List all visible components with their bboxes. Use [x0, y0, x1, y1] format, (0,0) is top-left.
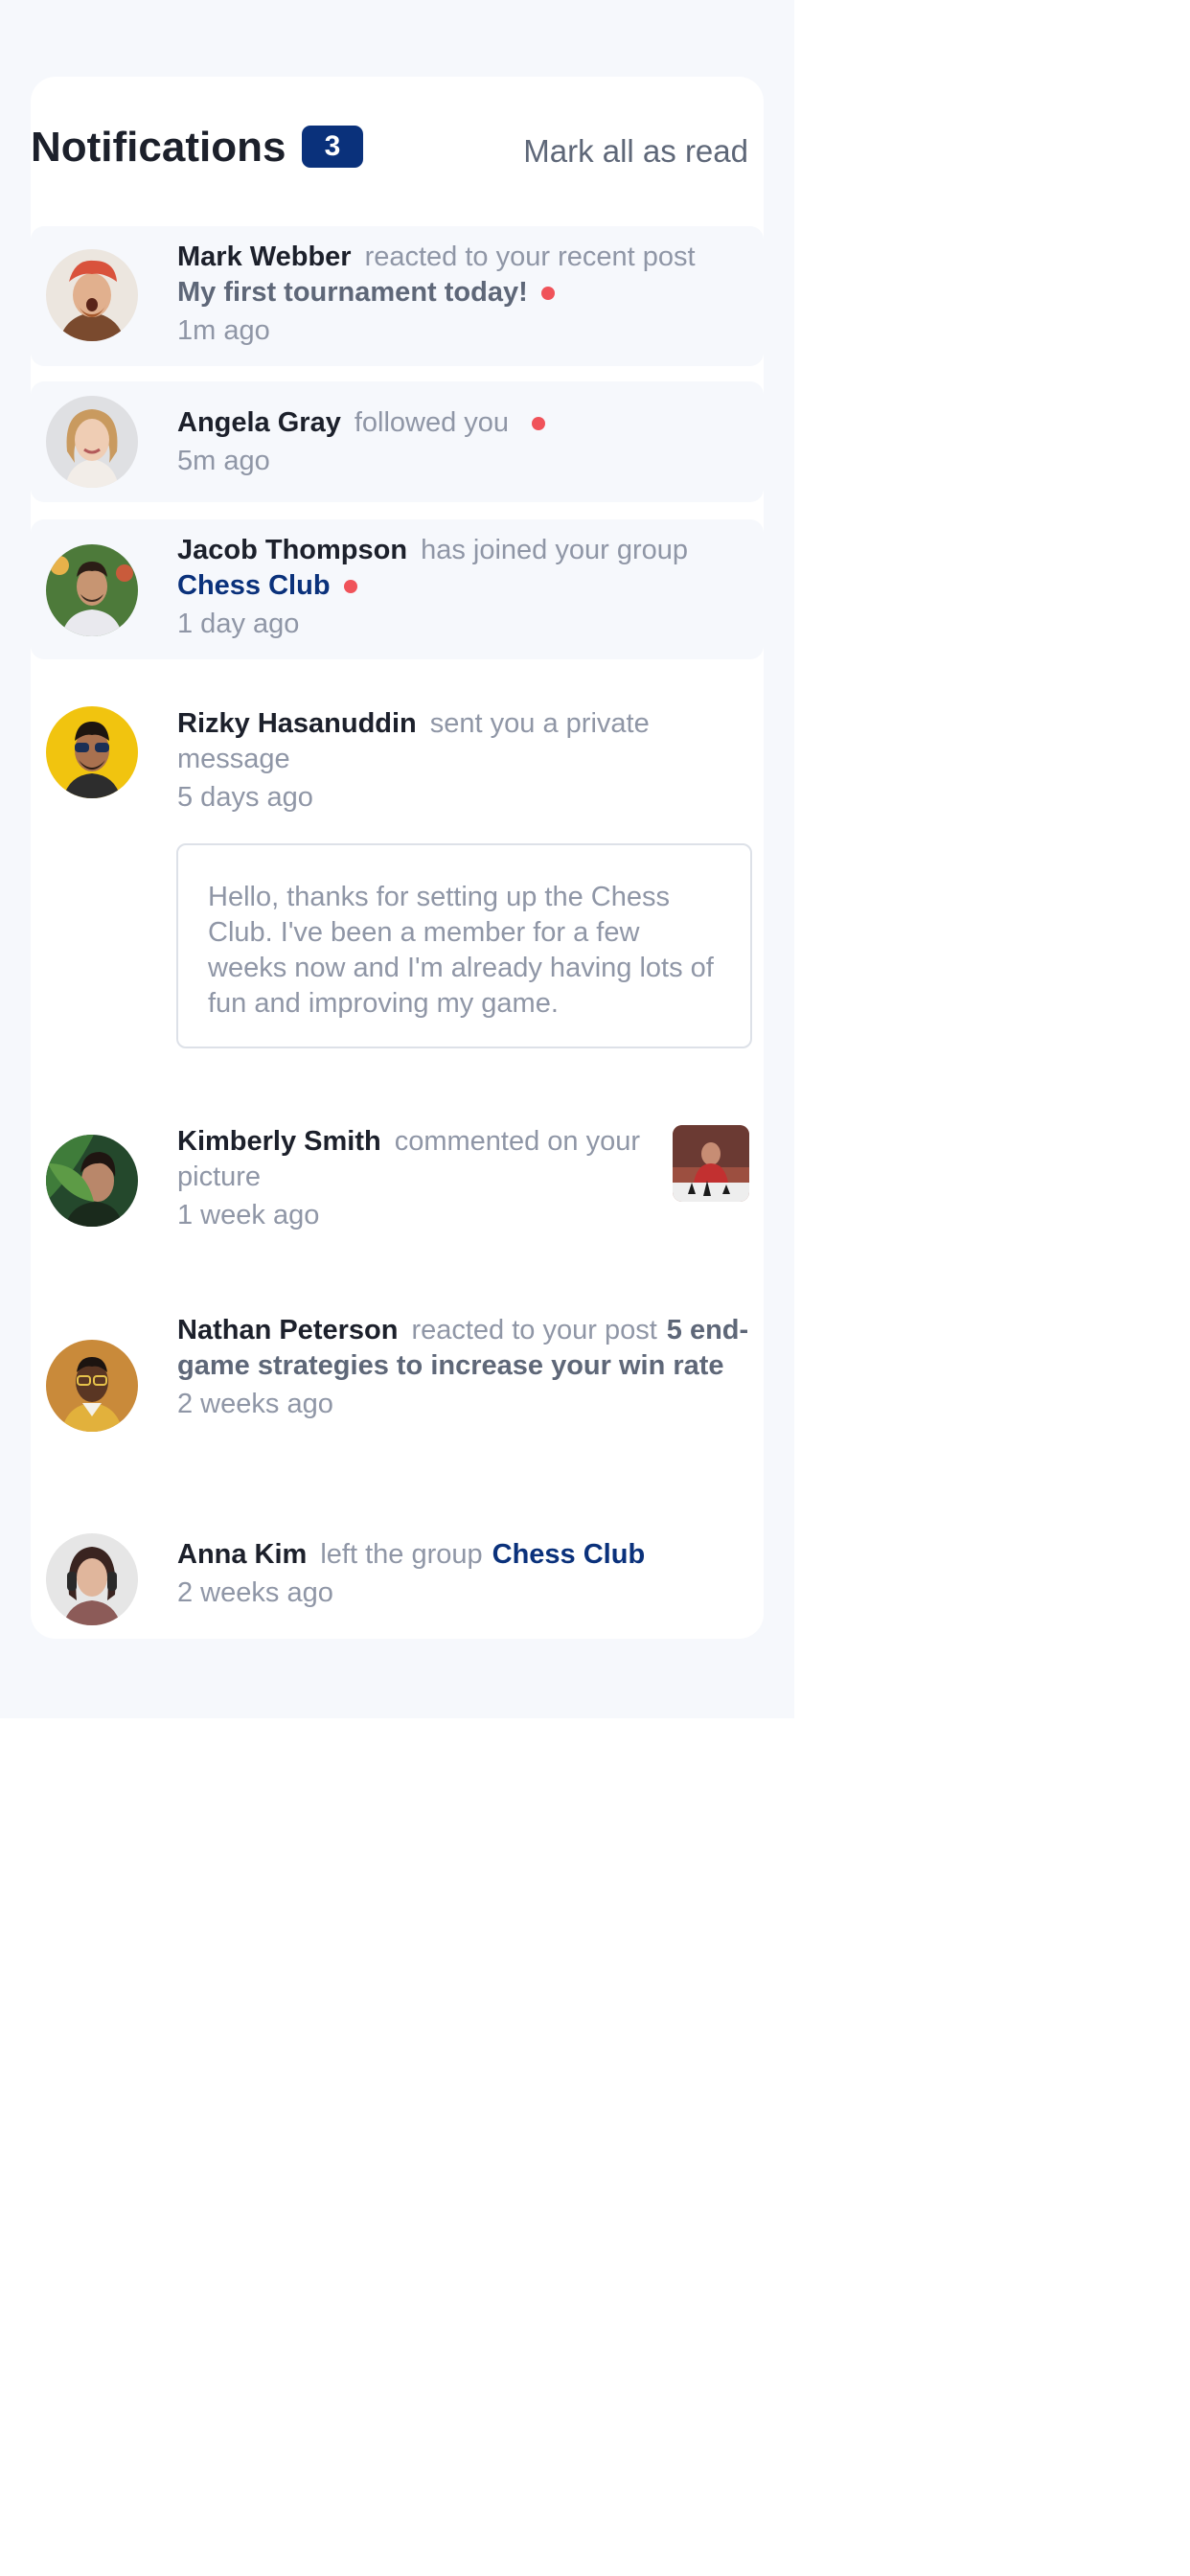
- group-link[interactable]: Chess Club: [177, 570, 331, 601]
- user-name-link[interactable]: Rizky Hasanuddin: [177, 708, 417, 739]
- unread-count-badge: 3: [302, 126, 363, 168]
- unread-dot-icon: [343, 580, 357, 594]
- avatar-kimberly-smith-icon: [46, 1135, 138, 1227]
- unread-dot-icon: [540, 287, 555, 301]
- notification-time: 2 weeks ago: [177, 1389, 333, 1419]
- notification-item[interactable]: Anna Kim left the group Chess Club 2 weeks…: [31, 1524, 764, 1629]
- notification-time: 2 weeks ago: [177, 1577, 333, 1608]
- avatar[interactable]: [46, 396, 138, 488]
- avatar[interactable]: [46, 1533, 138, 1625]
- avatar[interactable]: [46, 544, 138, 636]
- user-name-link[interactable]: Jacob Thompson: [177, 535, 407, 565]
- notification-action: followed you: [354, 407, 510, 438]
- avatar[interactable]: [46, 249, 138, 341]
- mark-all-as-read-button[interactable]: Mark all as read: [517, 130, 748, 172]
- notification-item[interactable]: Nathan Peterson reacted to your post 5 end…: [31, 1313, 764, 1485]
- notification-action: reacted to your recent post: [364, 242, 696, 272]
- user-name-link[interactable]: Kimberly Smith: [177, 1126, 381, 1157]
- notification-item[interactable]: Angela Gray followed you 5m ago: [31, 381, 764, 502]
- notification-item[interactable]: Jacob Thompson has joined your group Ches…: [31, 519, 764, 659]
- notification-item[interactable]: Mark Webber reacted to your recent post M…: [31, 226, 764, 366]
- avatar-mark-webber-icon: [46, 249, 138, 341]
- group-link[interactable]: Chess Club: [492, 1539, 646, 1570]
- avatar[interactable]: [46, 706, 138, 798]
- avatar-angela-gray-icon: [46, 396, 138, 488]
- notification-time: 1 week ago: [177, 1200, 320, 1230]
- notification-action: reacted to your post: [411, 1315, 657, 1346]
- unread-dot-icon: [532, 417, 546, 431]
- notification-time: 1m ago: [177, 315, 270, 346]
- avatar[interactable]: [46, 1135, 138, 1227]
- notification-time: 5m ago: [177, 446, 270, 476]
- notification-time: 1 day ago: [177, 609, 300, 639]
- avatar-anna-kim-icon: [46, 1533, 138, 1625]
- post-link[interactable]: My first tournament today!: [177, 277, 528, 308]
- avatar-nathan-peterson-icon: [46, 1340, 138, 1432]
- user-name-link[interactable]: Angela Gray: [177, 407, 341, 438]
- notification-item[interactable]: Kimberly Smith commented on your picture …: [31, 1112, 764, 1294]
- notification-time: 5 days ago: [177, 782, 313, 813]
- chess-picture-icon: [673, 1125, 749, 1202]
- avatar-rizky-hasanuddin-icon: [46, 706, 138, 798]
- avatar-jacob-thompson-icon: [46, 544, 138, 636]
- notification-action: left the group: [320, 1539, 483, 1570]
- avatar[interactable]: [46, 1340, 138, 1432]
- page-title: Notifications: [31, 124, 286, 171]
- commented-picture-thumbnail[interactable]: [673, 1125, 749, 1202]
- user-name-link[interactable]: Mark Webber: [177, 242, 352, 272]
- user-name-link[interactable]: Anna Kim: [177, 1539, 307, 1570]
- notification-action: has joined your group: [421, 535, 688, 565]
- user-name-link[interactable]: Nathan Peterson: [177, 1315, 398, 1346]
- private-message-preview[interactable]: Hello, thanks for setting up the Chess C…: [176, 843, 752, 1048]
